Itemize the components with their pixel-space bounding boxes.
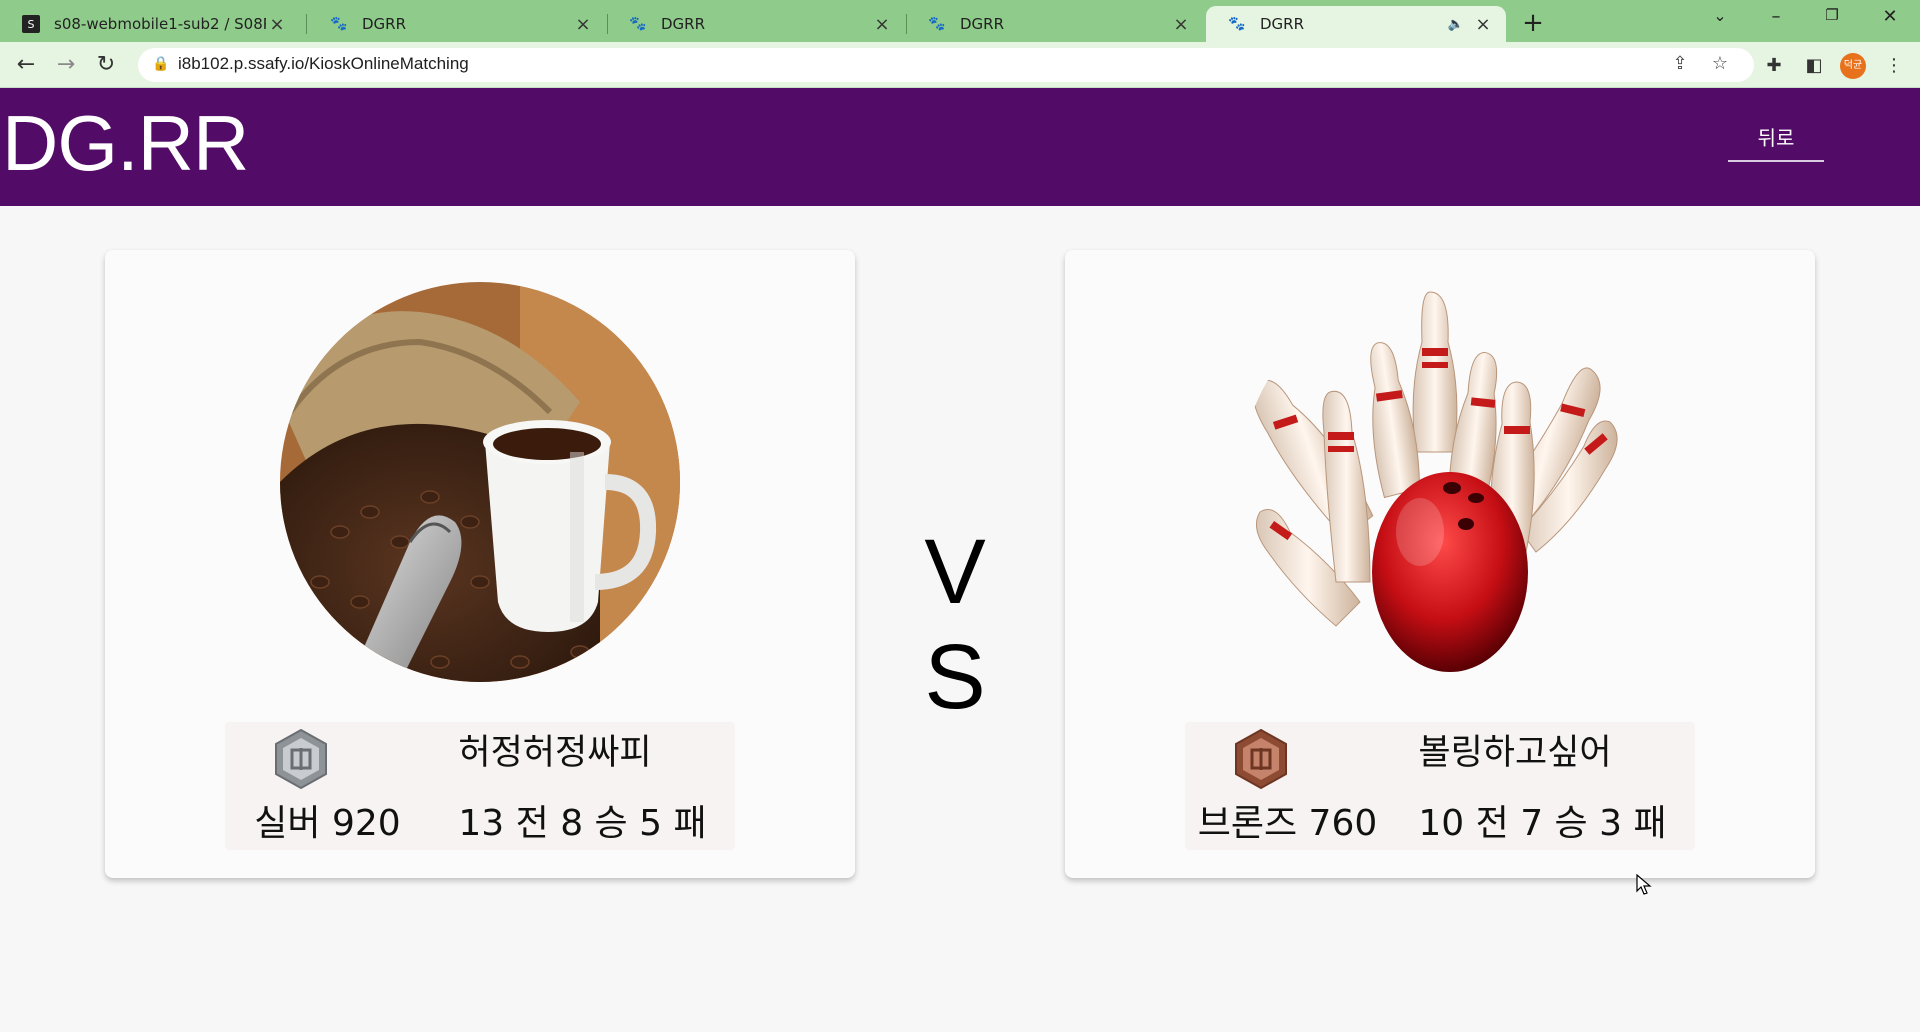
- tab-title: DGRR: [1260, 15, 1305, 33]
- browser-tab-3[interactable]: 🐾 DGRR ×: [607, 6, 905, 42]
- bitbucket-favicon-icon: S: [22, 15, 40, 33]
- bronze-tier-badge-icon: [1235, 728, 1287, 790]
- player-nickname: 볼링하고싶어: [1418, 733, 1612, 773]
- mouse-pointer-icon: [1636, 874, 1652, 895]
- side-panel-icon[interactable]: ◧: [1800, 52, 1828, 80]
- player-card-left: 허정허정싸피 실버 920 13 전 8 승 5 패: [105, 250, 855, 878]
- player-tier-score: 브론즈 760: [1197, 803, 1378, 844]
- tab-title: s08-webmobile1-sub2 / S08P12: [54, 15, 266, 33]
- versus-label: V S: [924, 521, 996, 728]
- extensions-puzzle-icon[interactable]: ✚: [1760, 52, 1788, 80]
- browser-tab-strip: S s08-webmobile1-sub2 / S08P12 × 🐾 DGRR …: [0, 0, 1920, 42]
- menu-kebab-icon[interactable]: ⋮: [1880, 52, 1908, 80]
- browser-tab-5-active[interactable]: 🐾 DGRR 🔈 ×: [1206, 6, 1506, 42]
- browser-tab-1[interactable]: S s08-webmobile1-sub2 / S08P12 ×: [0, 6, 300, 42]
- close-tab-icon[interactable]: ×: [266, 14, 288, 35]
- url-text[interactable]: i8b102.p.ssafy.io/KioskOnlineMatching: [178, 54, 469, 74]
- close-tab-icon[interactable]: ×: [572, 14, 594, 35]
- paw-favicon-icon: 🐾: [928, 16, 946, 32]
- brand-logo-text[interactable]: DG.RR: [2, 98, 249, 189]
- close-tab-icon[interactable]: ×: [1170, 14, 1192, 35]
- new-tab-button[interactable]: +: [1518, 8, 1548, 38]
- tab-title: DGRR: [960, 15, 1005, 33]
- paw-favicon-icon: 🐾: [1228, 16, 1246, 32]
- close-window-icon[interactable]: ✕: [1870, 6, 1910, 34]
- browser-toolbar: ← → ↻ 🔒 i8b102.p.ssafy.io/KioskOnlineMat…: [0, 42, 1920, 88]
- player-record: 13 전 8 승 5 패: [458, 803, 707, 844]
- reload-icon[interactable]: ↻: [90, 49, 122, 81]
- speaker-audio-icon[interactable]: 🔈: [1448, 17, 1464, 32]
- player-tier-score: 실버 920: [254, 803, 401, 844]
- app-header: DG.RR 뒤로: [0, 88, 1920, 206]
- address-bar[interactable]: 🔒 i8b102.p.ssafy.io/KioskOnlineMatching …: [138, 48, 1754, 82]
- profile-avatar[interactable]: 덕균: [1840, 53, 1866, 79]
- bookmark-star-icon[interactable]: ☆: [1708, 53, 1732, 74]
- coffee-image-icon: [280, 282, 680, 682]
- player-info-panel: 볼링하고싶어 브론즈 760 10 전 7 승 3 패: [1185, 722, 1695, 850]
- paw-favicon-icon: 🐾: [330, 16, 348, 32]
- minimize-icon[interactable]: –: [1756, 6, 1796, 34]
- player-info-panel: 허정허정싸피 실버 920 13 전 8 승 5 패: [225, 722, 735, 850]
- tab-search-chevron-icon[interactable]: ⌄: [1700, 6, 1740, 34]
- share-icon[interactable]: ⇪: [1668, 53, 1692, 74]
- lock-icon[interactable]: 🔒: [152, 56, 169, 72]
- player-record: 10 전 7 승 3 패: [1418, 803, 1667, 844]
- back-arrow-icon[interactable]: ←: [10, 49, 42, 81]
- restore-icon[interactable]: ❐: [1812, 6, 1852, 34]
- browser-tab-4[interactable]: 🐾 DGRR ×: [906, 6, 1204, 42]
- tab-title: DGRR: [362, 15, 407, 33]
- bowling-image-icon: [1240, 282, 1640, 682]
- player-avatar-coffee: [280, 282, 680, 682]
- forward-arrow-icon[interactable]: →: [50, 49, 82, 81]
- player-card-right: 볼링하고싶어 브론즈 760 10 전 7 승 3 패: [1065, 250, 1815, 878]
- player-nickname: 허정허정싸피: [458, 733, 652, 773]
- player-avatar-bowling: [1240, 282, 1640, 682]
- paw-favicon-icon: 🐾: [629, 16, 647, 32]
- silver-tier-badge-icon: [275, 728, 327, 790]
- close-tab-icon[interactable]: ×: [1472, 14, 1494, 35]
- close-tab-icon[interactable]: ×: [871, 14, 893, 35]
- tab-divider: [306, 14, 307, 34]
- browser-tab-2[interactable]: 🐾 DGRR ×: [308, 6, 606, 42]
- back-button[interactable]: 뒤로: [1728, 118, 1824, 162]
- tab-title: DGRR: [661, 15, 706, 33]
